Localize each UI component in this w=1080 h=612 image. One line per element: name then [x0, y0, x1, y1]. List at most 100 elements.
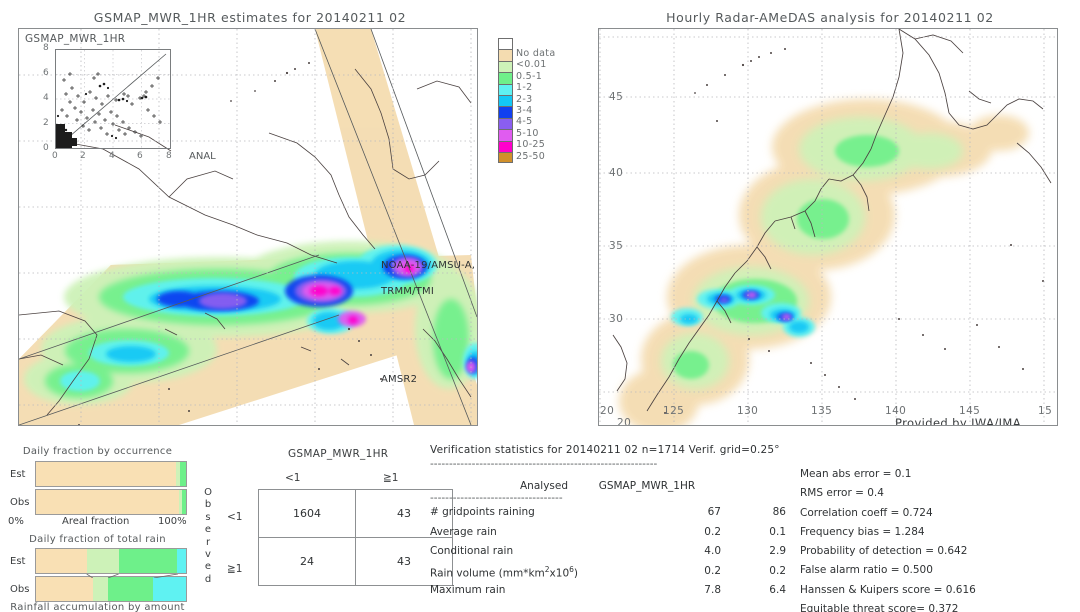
verification-score-1: RMS error = 0.4: [800, 487, 884, 500]
contingency-row-header-ge1: ≧1: [227, 563, 243, 575]
colorbar-labels: No data <0.01 0.5-1 1-2 2-3 3-4 4-5 5-10 10-25 25…: [516, 48, 555, 162]
rainEst-segment-2: [118, 549, 177, 573]
observed-letter-1: b: [204, 499, 212, 511]
precipitation-colorbar: [498, 38, 513, 164]
colorbar-label-3: 0.5-1: [516, 70, 543, 82]
cell-hit-miss-10: 24: [258, 537, 356, 586]
occurrence-bar-obs: [35, 489, 187, 515]
rainObs-segment-2: [108, 577, 153, 601]
colorbar-label-5: 2-3: [516, 93, 533, 105]
colorbar-swatch-6: [498, 106, 513, 118]
occurrence-row-label-est: Est: [10, 469, 26, 480]
rainObs-segment-0: [36, 577, 93, 601]
rainObs-segment-1: [93, 577, 108, 601]
occObs-segment-0: [36, 490, 179, 514]
verification-score-2: Correlation coeff = 0.724: [800, 506, 933, 519]
inset-ytick-2: 2: [43, 118, 49, 128]
left-panel-title: GSMAP_MWR_1HR estimates for 20140211 02: [93, 10, 407, 25]
colorbar-label-10: 25-50: [516, 150, 546, 162]
lon-tick-125: 125: [663, 405, 685, 417]
verification-row-name: # gridpoints raining: [430, 506, 535, 518]
observed-letter-5: v: [205, 549, 211, 561]
right-panel-title: Hourly Radar-AMeDAS analysis for 2014021…: [666, 10, 994, 25]
radar-map-graphic: [599, 29, 1057, 425]
verification-column-headers: Analysed GSMAP_MWR_1HR: [520, 480, 695, 492]
lat-tick-40: 40: [609, 167, 624, 179]
verification-row: Conditional rain 4.0 2.9: [430, 545, 786, 565]
verification-value-model: 0.2: [769, 564, 786, 577]
occurrence-bar-est: [35, 461, 187, 487]
occurrence-title: Daily fraction by occurrence: [22, 446, 173, 457]
inset-xtick-6: 6: [137, 151, 143, 161]
occurrence-row-label-obs: Obs: [10, 497, 30, 508]
verification-row: Maximum rain 7.8 6.4: [430, 584, 786, 604]
observed-letter-2: s: [205, 511, 211, 523]
verification-header: Verification statistics for 20140211 02 …: [430, 444, 780, 456]
verification-scores: Mean abs error = 0.1 RMS error = 0.4 Corre…: [800, 468, 976, 612]
verification-value-model: 86: [772, 506, 786, 518]
colorbar-label-8: 5-10: [516, 127, 539, 139]
total-rain-bar-obs: [35, 576, 187, 602]
rainObs-segment-3: [153, 577, 186, 601]
inset-xtick-0: 0: [52, 151, 58, 161]
inset-ytick-6: 6: [43, 68, 49, 78]
colorbar-swatch-10: [498, 151, 513, 164]
gsmap-estimate-map[interactable]: GSMAP_MWR_1HR 8 6 4 2 0 0 2 4 6 8 ANAL N…: [18, 28, 478, 426]
rainEst-segment-1: [87, 549, 119, 573]
contingency-col-header-lt1: <1: [285, 472, 301, 484]
occEst-segment-0: [36, 462, 177, 486]
lat-tick-35: 35: [609, 240, 624, 252]
lon-tick-130: 130: [737, 405, 759, 417]
lon-tick-135: 135: [811, 405, 833, 417]
verification-value-analysed: 0.2: [704, 525, 721, 538]
verification-value-analysed: 7.8: [704, 584, 721, 596]
colorbar-label-2: <0.01: [516, 59, 547, 71]
scatter-inset-title: GSMAP_MWR_1HR: [25, 33, 126, 45]
inset-xtick-4: 4: [109, 151, 115, 161]
occurrence-min-label: 0%: [8, 516, 24, 527]
colorbar-swatch-7: [498, 117, 513, 130]
colorbar-label-6: 3-4: [516, 104, 533, 116]
verification-score-0: Mean abs error = 0.1: [800, 468, 912, 480]
verification-value-analysed: 4.0: [704, 545, 721, 557]
occEst-segment-2: [180, 462, 186, 486]
verification-value-model: 6.4: [769, 584, 786, 596]
lat-tick-45: 45: [609, 91, 624, 103]
scatter-inset-plot: [55, 49, 171, 149]
total-rain-bar-est: [35, 548, 187, 574]
colorbar-swatch-5: [498, 94, 513, 107]
inset-xaxis-label: ANAL: [189, 151, 216, 162]
colorbar-swatch-0: [498, 38, 513, 50]
verification-row-name: Rain volume (mm*km2x106): [430, 564, 579, 580]
verification-row: Average rain 0.2 0.1: [430, 525, 786, 546]
verification-sub-rule: -----------------------------------: [430, 492, 563, 504]
scatter-inset: GSMAP_MWR_1HR 8 6 4 2 0 0 2 4 6 8 ANAL: [23, 33, 216, 162]
total-rain-connectors: [86, 574, 178, 578]
occurrence-max-label: 100%: [158, 516, 187, 527]
occObs-segment-2: [181, 490, 186, 514]
verification-rows: # gridpoints raining 67 86 Average rain 0.2 0…: [430, 506, 786, 604]
occurrence-axis-label: Areal fraction: [62, 516, 130, 527]
contingency-col-header-ge1: ≧1: [383, 472, 399, 484]
total-rain-axis-label: Rainfall accumulation by amount: [10, 602, 185, 612]
rainEst-segment-0: [36, 549, 87, 573]
inset-xtick-2: 2: [80, 151, 86, 161]
verification-value-model: 0.1: [769, 525, 786, 538]
colorbar-swatch-8: [498, 129, 513, 141]
swath-label-amsr2: AMSR2: [381, 374, 418, 385]
observed-letter-4: r: [205, 536, 211, 548]
total-rain-title: Daily fraction of total rain: [29, 534, 166, 545]
verification-value-analysed: 67: [707, 506, 721, 518]
verification-row-name: Maximum rain: [430, 584, 506, 596]
radar-amedas-map[interactable]: 45 40 35 30 20 20 125 130 135 140 145 15…: [598, 28, 1058, 426]
verification-value-model: 2.9: [769, 545, 786, 557]
lon-tick-150: 15: [1038, 405, 1053, 417]
lat-tick-20-lower: 20: [617, 417, 632, 426]
table-row: 1604 43: [258, 489, 453, 538]
map-credit: Provided by JWA/JMA: [895, 416, 1021, 426]
inset-ytick-4: 4: [43, 93, 49, 103]
contingency-title: GSMAP_MWR_1HR: [288, 448, 389, 460]
colorbar-swatch-9: [498, 140, 513, 152]
total-rain-row-label-obs: Obs: [10, 584, 30, 595]
contingency-row-header-lt1: <1: [227, 511, 243, 523]
